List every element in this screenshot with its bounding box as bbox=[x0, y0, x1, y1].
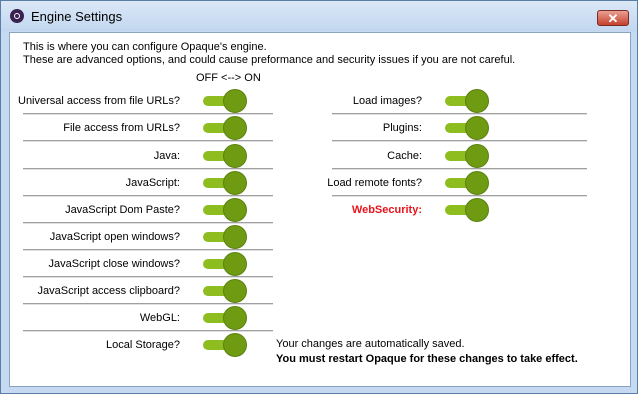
remote-fonts-toggle[interactable] bbox=[445, 171, 489, 195]
close-windows-toggle[interactable] bbox=[203, 252, 247, 276]
toggle-header: OFF <--> ON bbox=[196, 72, 261, 84]
app-icon bbox=[10, 9, 24, 23]
open-windows-toggle[interactable] bbox=[203, 225, 247, 249]
universal-access-toggle[interactable] bbox=[203, 89, 247, 113]
option-label: JavaScript open windows? bbox=[49, 231, 180, 243]
option-label: WebGL: bbox=[139, 312, 180, 324]
websecurity-toggle[interactable] bbox=[445, 198, 489, 222]
divider bbox=[332, 113, 587, 115]
divider bbox=[332, 140, 587, 142]
option-label: File access from URLs? bbox=[63, 122, 180, 134]
divider bbox=[23, 222, 273, 224]
cache-toggle[interactable] bbox=[445, 144, 489, 168]
option-label: JavaScript: bbox=[125, 177, 180, 189]
file-access-toggle[interactable] bbox=[203, 116, 247, 140]
option-label: Java: bbox=[153, 150, 180, 162]
option-label: Load remote fonts? bbox=[327, 177, 422, 189]
engine-settings-window: Engine Settings ✕ This is where you can … bbox=[0, 0, 638, 394]
dom-paste-toggle[interactable] bbox=[203, 198, 247, 222]
javascript-toggle[interactable] bbox=[203, 171, 247, 195]
option-label: JavaScript Dom Paste? bbox=[65, 204, 180, 216]
settings-panel: This is where you can configure Opaque's… bbox=[9, 32, 631, 387]
option-label: JavaScript close windows? bbox=[48, 258, 180, 270]
java-toggle[interactable] bbox=[203, 144, 247, 168]
divider bbox=[23, 140, 273, 142]
local-storage-toggle[interactable] bbox=[203, 333, 247, 357]
divider bbox=[23, 113, 273, 115]
option-label: Local Storage? bbox=[106, 339, 180, 351]
restart-notice: You must restart Opaque for these change… bbox=[276, 353, 578, 365]
websecurity-label: WebSecurity: bbox=[351, 204, 422, 216]
divider bbox=[23, 168, 273, 170]
divider bbox=[23, 195, 273, 197]
divider bbox=[23, 276, 273, 278]
divider bbox=[23, 249, 273, 251]
option-label: Cache: bbox=[387, 150, 422, 162]
plugins-toggle[interactable] bbox=[445, 116, 489, 140]
intro-line-1: This is where you can configure Opaque's… bbox=[23, 41, 267, 53]
divider bbox=[23, 303, 273, 305]
option-label: Universal access from file URLs? bbox=[18, 95, 180, 107]
option-label: Load images? bbox=[352, 95, 422, 107]
webgl-toggle[interactable] bbox=[203, 306, 247, 330]
option-label: JavaScript access clipboard? bbox=[37, 285, 180, 297]
divider bbox=[23, 330, 273, 332]
option-label: Plugins: bbox=[382, 122, 422, 134]
close-button[interactable]: ✕ bbox=[597, 10, 629, 26]
window-title: Engine Settings bbox=[31, 9, 123, 24]
divider bbox=[332, 195, 587, 197]
saved-notice: Your changes are automatically saved. bbox=[276, 338, 465, 350]
clipboard-toggle[interactable] bbox=[203, 279, 247, 303]
title-bar: Engine Settings ✕ bbox=[1, 1, 637, 31]
divider bbox=[332, 168, 587, 170]
intro-line-2: These are advanced options, and could ca… bbox=[23, 54, 516, 66]
load-images-toggle[interactable] bbox=[445, 89, 489, 113]
